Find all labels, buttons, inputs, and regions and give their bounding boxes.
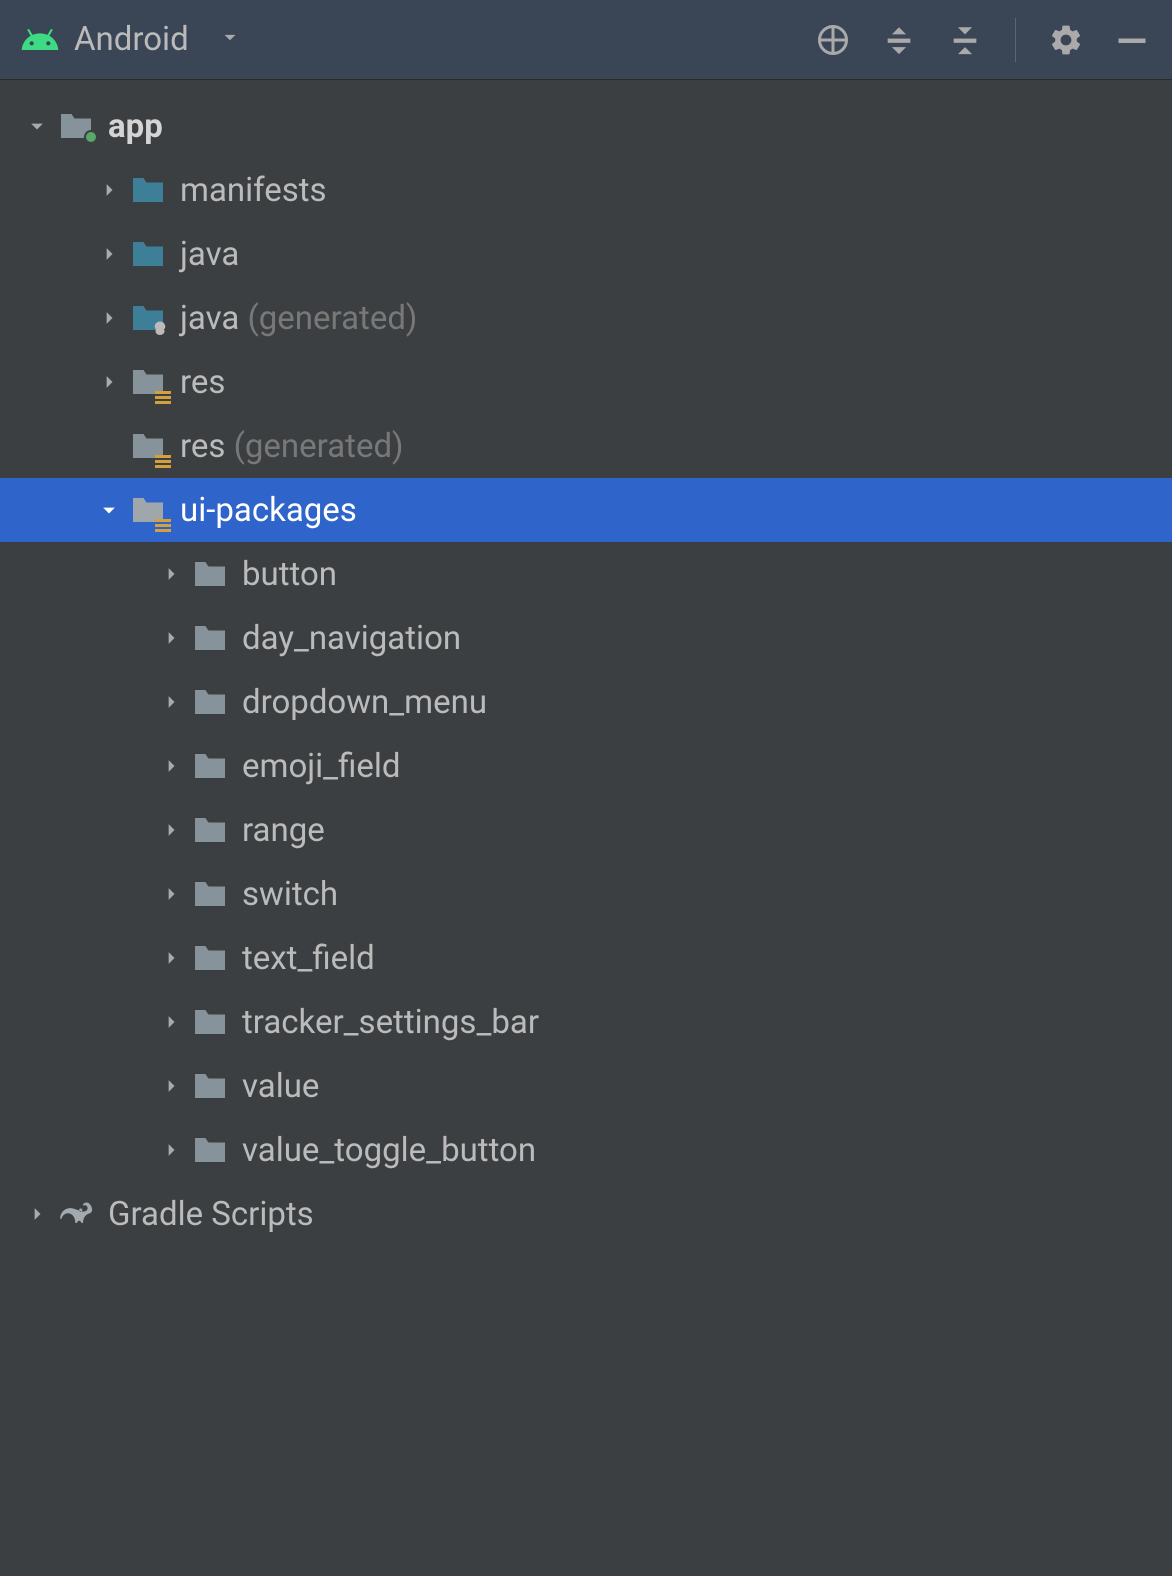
chevron-right-icon	[90, 176, 128, 204]
tree-node-day-navigation[interactable]: day_navigation	[0, 606, 1172, 670]
tree-label: text_field	[242, 939, 375, 978]
android-icon	[20, 20, 60, 60]
chevron-right-icon	[152, 1136, 190, 1164]
view-selector[interactable]: Android	[20, 20, 243, 60]
chevron-right-icon	[90, 368, 128, 396]
source-folder-icon	[128, 170, 168, 210]
tree-label: dropdown_menu	[242, 683, 487, 722]
chevron-right-icon	[18, 1200, 56, 1228]
tree-node-range[interactable]: range	[0, 798, 1172, 862]
gear-icon[interactable]	[1046, 20, 1086, 60]
tree-node-java[interactable]: java	[0, 222, 1172, 286]
folder-icon	[190, 682, 230, 722]
chevron-right-icon	[152, 816, 190, 844]
tree-label: button	[242, 555, 337, 594]
tree-node-value-toggle-button[interactable]: value_toggle_button	[0, 1118, 1172, 1182]
resource-folder-icon	[128, 426, 168, 466]
tree-node-emoji-field[interactable]: emoji_field	[0, 734, 1172, 798]
chevron-right-icon	[152, 688, 190, 716]
folder-icon	[190, 874, 230, 914]
tree-label: java (generated)	[180, 299, 417, 338]
tree-node-dropdown-menu[interactable]: dropdown_menu	[0, 670, 1172, 734]
tree-node-tracker-settings-bar[interactable]: tracker_settings_bar	[0, 990, 1172, 1054]
project-view-toolbar: Android	[0, 0, 1172, 80]
chevron-right-icon	[152, 752, 190, 780]
resource-folder-icon	[128, 490, 168, 530]
tree-node-res-generated[interactable]: res (generated)	[0, 414, 1172, 478]
tree-label: res	[180, 363, 225, 402]
folder-icon	[190, 1002, 230, 1042]
expand-all-icon[interactable]	[879, 20, 919, 60]
gradle-icon	[56, 1194, 96, 1234]
tree-label: Gradle Scripts	[108, 1195, 314, 1234]
folder-icon	[190, 1130, 230, 1170]
tree-node-java-generated[interactable]: java (generated)	[0, 286, 1172, 350]
chevron-right-icon	[152, 1008, 190, 1036]
tree-label: res (generated)	[180, 427, 404, 466]
chevron-right-icon	[152, 560, 190, 588]
folder-icon	[190, 554, 230, 594]
tree-node-switch[interactable]: switch	[0, 862, 1172, 926]
tree-node-app[interactable]: app	[0, 94, 1172, 158]
tree-label: java	[180, 235, 239, 274]
tree-label: tracker_settings_bar	[242, 1003, 539, 1042]
chevron-right-icon	[152, 944, 190, 972]
module-folder-icon	[56, 106, 96, 146]
chevron-right-icon	[90, 240, 128, 268]
folder-icon	[190, 938, 230, 978]
collapse-all-icon[interactable]	[945, 20, 985, 60]
chevron-right-icon	[152, 1072, 190, 1100]
chevron-down-icon	[90, 496, 128, 524]
folder-icon	[190, 810, 230, 850]
folder-icon	[190, 746, 230, 786]
tree-node-button[interactable]: button	[0, 542, 1172, 606]
tree-label: value_toggle_button	[242, 1131, 536, 1170]
tree-label: value	[242, 1067, 319, 1106]
hide-icon[interactable]	[1112, 20, 1152, 60]
tree-label: range	[242, 811, 325, 850]
tree-node-value[interactable]: value	[0, 1054, 1172, 1118]
chevron-down-icon	[18, 112, 56, 140]
folder-icon	[190, 618, 230, 658]
tree-label: emoji_field	[242, 747, 401, 786]
resource-folder-icon	[128, 362, 168, 402]
tree-label: manifests	[180, 171, 327, 210]
chevron-down-icon	[217, 24, 243, 56]
project-tree: app manifests java java (generated)	[0, 80, 1172, 1246]
chevron-right-icon	[152, 880, 190, 908]
tree-node-manifests[interactable]: manifests	[0, 158, 1172, 222]
tree-label: app	[108, 107, 163, 146]
tree-label: ui-packages	[180, 491, 357, 530]
tree-label: switch	[242, 875, 338, 914]
select-opened-file-icon[interactable]	[813, 20, 853, 60]
toolbar-divider	[1015, 18, 1016, 62]
tree-node-gradle-scripts[interactable]: Gradle Scripts	[0, 1182, 1172, 1246]
tree-node-res[interactable]: res	[0, 350, 1172, 414]
generated-folder-icon	[128, 298, 168, 338]
tree-node-ui-packages[interactable]: ui-packages	[0, 478, 1172, 542]
chevron-right-icon	[152, 624, 190, 652]
tree-label: day_navigation	[242, 619, 461, 658]
view-selector-label: Android	[74, 20, 189, 59]
source-folder-icon	[128, 234, 168, 274]
tree-node-text-field[interactable]: text_field	[0, 926, 1172, 990]
folder-icon	[190, 1066, 230, 1106]
chevron-right-icon	[90, 304, 128, 332]
